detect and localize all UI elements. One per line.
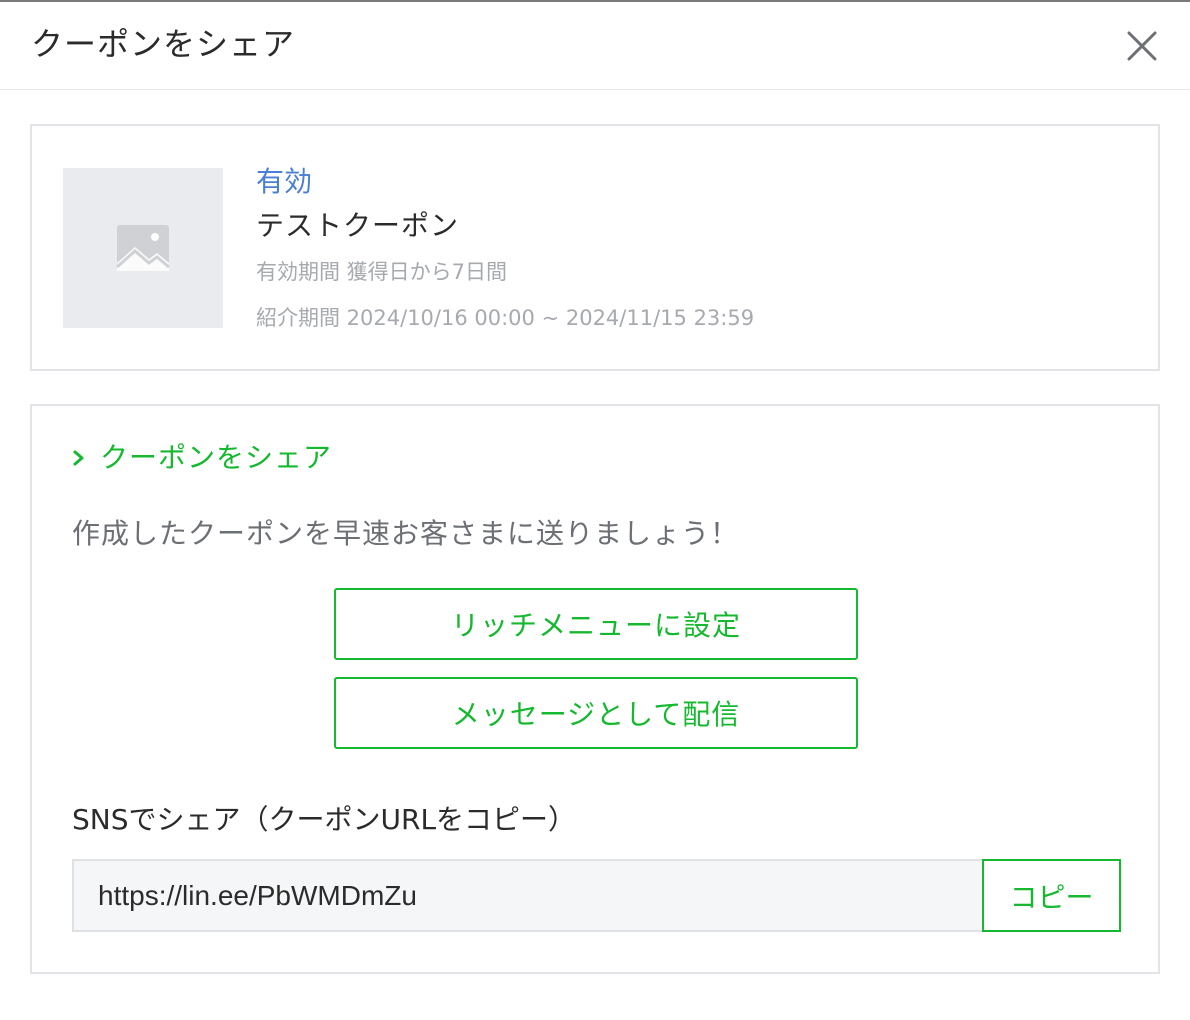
share-description: 作成したクーポンを早速お客さまに送りましょう！: [72, 517, 740, 550]
share-section-toggle[interactable]: クーポンをシェア: [72, 440, 332, 476]
coupon-thumbnail: [63, 168, 223, 328]
image-placeholder-icon: [116, 225, 170, 271]
coupon-intro-period: 紹介期間 2024/10/16 00:00 ~ 2024/11/15 23:59: [256, 306, 755, 330]
share-panel: クーポンをシェア 作成したクーポンを早速お客さまに送りましょう！ リッチメニュー…: [30, 404, 1160, 974]
coupon-url-input[interactable]: [72, 859, 982, 932]
send-as-message-button[interactable]: メッセージとして配信: [334, 677, 858, 749]
coupon-summary-card: 有効 テストクーポン 有効期間 獲得日から7日間 紹介期間 2024/10/16…: [30, 124, 1160, 371]
chevron-right-icon: [73, 450, 84, 466]
copy-url-button[interactable]: コピー: [982, 859, 1121, 932]
coupon-validity: 有効期間 獲得日から7日間: [256, 260, 508, 284]
close-button[interactable]: [1122, 26, 1162, 66]
coupon-status: 有効: [256, 165, 313, 198]
set-rich-menu-button[interactable]: リッチメニューに設定: [334, 588, 858, 660]
modal-header: クーポンをシェア: [0, 2, 1190, 90]
sns-share-label: SNSでシェア（クーポンURLをコピー）: [72, 803, 577, 836]
coupon-url-row: コピー: [72, 859, 1121, 932]
close-icon: [1127, 31, 1157, 61]
coupon-name: テストクーポン: [256, 209, 460, 242]
modal-title: クーポンをシェア: [31, 25, 296, 63]
share-section-title: クーポンをシェア: [100, 441, 333, 474]
